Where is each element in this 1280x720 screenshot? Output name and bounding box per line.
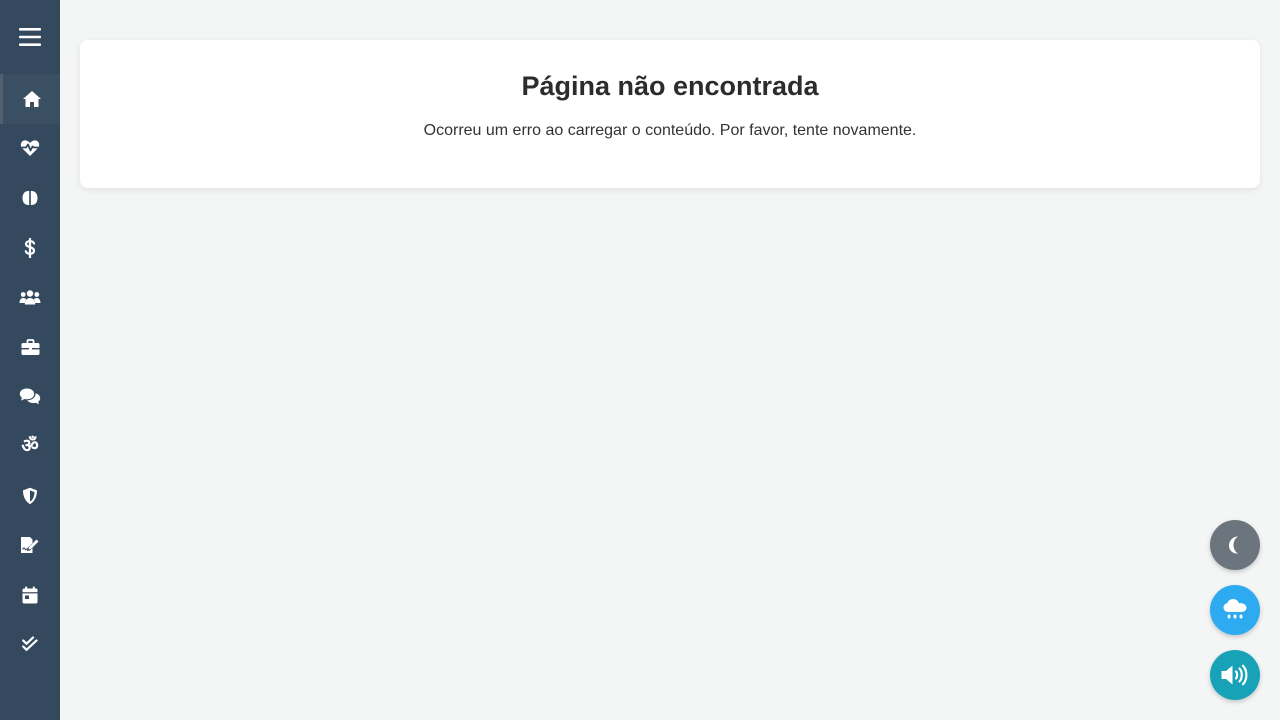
moon-icon <box>1229 536 1238 554</box>
sidebar-item-work[interactable] <box>0 322 60 372</box>
weather-button[interactable] <box>1210 585 1260 635</box>
page-title: Página não encontrada <box>521 71 819 101</box>
shield-icon <box>23 487 37 505</box>
users-icon <box>19 290 41 305</box>
signature-icon <box>21 537 39 553</box>
sidebar: ॐ <box>0 0 60 720</box>
hamburger-icon <box>19 28 41 46</box>
briefcase-icon <box>21 338 39 355</box>
audio-button[interactable] <box>1210 650 1260 700</box>
error-card: Página não encontrada Ocorreu um erro ao… <box>80 40 1260 188</box>
sidebar-item-chat[interactable] <box>0 371 60 421</box>
sidebar-item-finance[interactable] <box>0 223 60 273</box>
cloud-rain-icon <box>1223 599 1247 619</box>
om-icon: ॐ <box>21 434 39 457</box>
sidebar-item-mind[interactable] <box>0 173 60 223</box>
double-check-icon <box>22 636 38 651</box>
sidebar-item-calendar[interactable] <box>0 570 60 620</box>
sidebar-item-security[interactable] <box>0 471 60 521</box>
sidebar-item-journal[interactable] <box>0 520 60 570</box>
menu-toggle-button[interactable] <box>0 0 60 74</box>
home-icon <box>22 91 41 107</box>
dark-mode-button[interactable] <box>1210 520 1260 570</box>
sidebar-item-spiritual[interactable]: ॐ <box>0 421 60 471</box>
volume-icon <box>1221 664 1248 686</box>
calendar-icon <box>22 586 38 604</box>
dollar-icon <box>24 238 36 258</box>
brain-icon <box>22 190 38 206</box>
sidebar-item-people[interactable] <box>0 272 60 322</box>
comments-icon <box>19 388 41 405</box>
sidebar-item-tasks[interactable] <box>0 619 60 669</box>
sidebar-item-home[interactable] <box>0 74 60 124</box>
error-message: Ocorreu um erro ao carregar o conteúdo. … <box>423 122 917 139</box>
sidebar-item-health[interactable] <box>0 123 60 173</box>
heartbeat-icon <box>20 140 40 156</box>
